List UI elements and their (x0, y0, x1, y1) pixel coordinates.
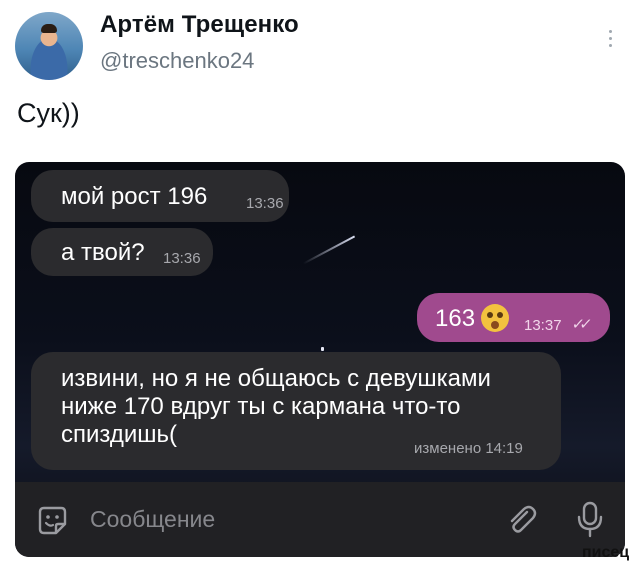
message-text: мой рост 196 (61, 183, 208, 210)
message-bubble-incoming[interactable]: извини, но я не общаюсь с девушками ниже… (31, 352, 561, 470)
message-bubble-incoming[interactable]: а твой? 13:36 (31, 228, 213, 276)
site-watermark: писец (582, 544, 630, 561)
chat-screenshot[interactable]: мой рост 196 13:36 а твой? 13:36 163 13:… (15, 162, 625, 557)
author-avatar[interactable] (15, 12, 83, 80)
message-time: 13:36 (163, 250, 201, 267)
message-time: 13:37 (524, 317, 562, 334)
message-text: извини, но я не общаюсь с девушками ниже… (61, 365, 491, 448)
message-text: 163 (435, 305, 476, 332)
attach-paperclip-icon[interactable] (503, 502, 539, 538)
message-composer (15, 482, 625, 557)
distant-light (321, 347, 324, 351)
tweet-text: Сук)) (17, 98, 80, 128)
author-name[interactable]: Артём Трещенко (100, 11, 299, 39)
message-bubble-incoming[interactable]: мой рост 196 13:36 (31, 170, 289, 222)
message-edited-time: изменено 14:19 (414, 440, 523, 457)
author-handle[interactable]: @treschenko24 (100, 48, 254, 74)
message-text: а твой? (61, 239, 145, 266)
microphone-icon[interactable] (575, 500, 605, 540)
message-input[interactable] (90, 504, 420, 534)
read-double-check-icon: ✓✓ (570, 316, 589, 333)
more-options-icon[interactable] (604, 30, 616, 52)
flushed-face-emoji-icon (481, 304, 509, 332)
shooting-star (302, 235, 356, 265)
message-time: 13:36 (246, 195, 284, 212)
message-bubble-outgoing[interactable]: 163 13:37 ✓✓ (417, 293, 610, 342)
sticker-icon[interactable] (36, 504, 69, 537)
